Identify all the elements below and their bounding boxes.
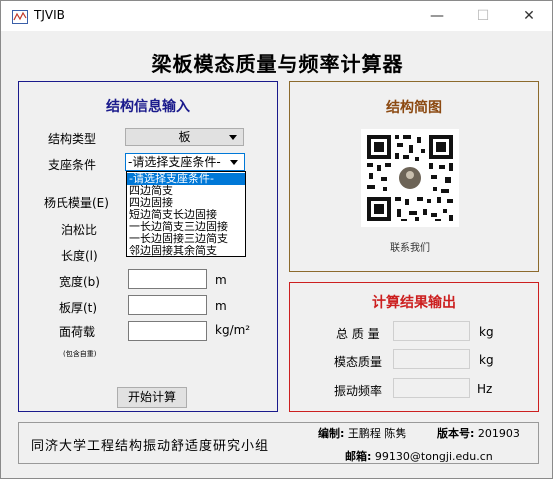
total-mass-output	[393, 321, 470, 341]
modal-mass-label: 模态质量	[334, 355, 383, 369]
email-info: 邮箱: 99130@tongji.edu.cn	[345, 448, 493, 464]
editors-names: 王鹏程 陈隽	[347, 427, 407, 440]
surface-load-label: 面荷载	[59, 325, 96, 339]
frequency-unit: Hz	[477, 382, 493, 396]
thickness-input[interactable]	[128, 295, 207, 315]
input-panel-title: 结构信息输入	[106, 99, 190, 115]
support-option[interactable]: 四边固接	[127, 197, 245, 209]
self-weight-note: (包含自重)	[63, 350, 97, 358]
length-label: 长度(l)	[61, 249, 98, 263]
support-condition-dropdown-list: -请选择支座条件- 四边简支 四边固接 短边简支长边固接 一长边简支三边固接 一…	[126, 171, 246, 257]
title-bar[interactable]: TJVIB — ☐ ✕	[1, 1, 552, 31]
support-condition-label: 支座条件	[48, 158, 97, 172]
support-option[interactable]: 一长边固接三边简支	[127, 233, 245, 245]
qr-code-image	[361, 129, 459, 227]
output-panel-title: 计算结果输出	[372, 295, 456, 311]
width-input[interactable]	[128, 269, 207, 289]
minimize-button[interactable]: —	[414, 1, 460, 31]
maximize-button[interactable]: ☐	[460, 1, 506, 31]
editors-info: 编制: 王鹏程 陈隽	[318, 425, 406, 441]
app-main-title: 梁板模态质量与频率计算器	[151, 52, 404, 76]
support-option[interactable]: 四边简支	[127, 185, 245, 197]
total-mass-label: 总 质 量	[336, 327, 380, 341]
poisson-ratio-label: 泊松比	[61, 223, 98, 237]
start-calculation-button[interactable]: 开始计算	[117, 387, 187, 408]
thickness-unit: m	[215, 299, 227, 313]
frequency-output	[393, 378, 470, 398]
app-icon	[12, 10, 28, 24]
structure-type-value: 板	[178, 130, 191, 144]
email-address[interactable]: 99130@tongji.edu.cn	[375, 450, 493, 463]
diagram-panel-title: 结构简图	[386, 100, 442, 116]
chevron-down-icon	[229, 135, 237, 140]
support-option[interactable]: -请选择支座条件-	[127, 173, 245, 185]
research-group-name: 同济大学工程结构振动舒适度研究小组	[31, 439, 270, 454]
close-button[interactable]: ✕	[506, 1, 552, 31]
version-number: 201903	[477, 427, 520, 440]
support-condition-value: -请选择支座条件-	[128, 155, 221, 169]
support-option[interactable]: 短边简支长边固接	[127, 209, 245, 221]
width-unit: m	[215, 273, 227, 287]
support-option[interactable]: 邻边固接其余简支	[127, 245, 245, 257]
surface-load-unit: kg/m²	[215, 323, 251, 337]
width-label: 宽度(b)	[59, 275, 100, 289]
modal-mass-output	[393, 349, 470, 369]
support-option[interactable]: 一长边简支三边固接	[127, 221, 245, 233]
version-info: 版本号: 201903	[437, 425, 520, 441]
editors-label: 编制:	[318, 427, 345, 440]
thickness-label: 板厚(t)	[59, 301, 98, 315]
app-window: TJVIB — ☐ ✕ 梁板模态质量与频率计算器 结构信息输入 结构类型 板 支…	[0, 0, 553, 479]
version-label: 版本号:	[437, 427, 475, 440]
structure-type-select[interactable]: 板	[125, 128, 244, 146]
support-condition-select[interactable]: -请选择支座条件-	[125, 153, 245, 171]
total-mass-unit: kg	[479, 325, 494, 339]
window-title: TJVIB	[34, 8, 65, 22]
structure-type-label: 结构类型	[48, 132, 97, 146]
chevron-down-icon	[230, 160, 238, 165]
frequency-label: 振动频率	[334, 384, 383, 398]
youngs-modulus-label: 杨氏模量(E)	[44, 196, 109, 210]
modal-mass-unit: kg	[479, 353, 494, 367]
surface-load-input[interactable]	[128, 321, 207, 341]
email-label: 邮箱:	[345, 450, 372, 463]
contact-us-caption: 联系我们	[390, 243, 430, 254]
